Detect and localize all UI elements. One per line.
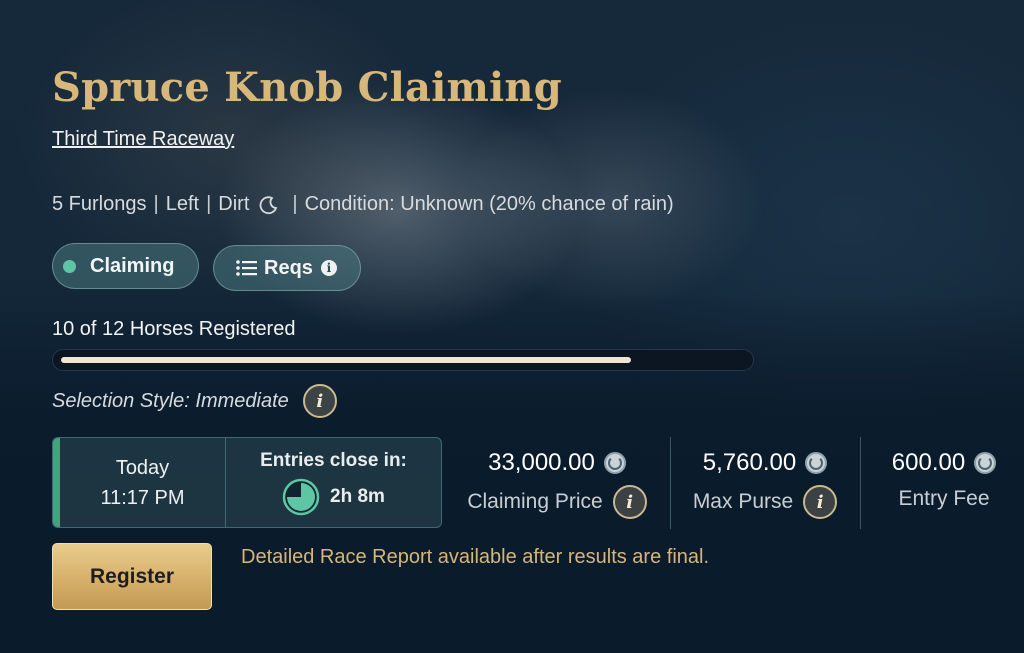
race-title: Spruce Knob Claiming — [52, 64, 562, 111]
max-purse-label: Max Purse — [692, 490, 794, 513]
max-purse-value: 5,760.00 — [702, 449, 797, 476]
entries-close: Entries close in: 2h 8m — [226, 438, 441, 527]
accent-bar — [53, 438, 60, 527]
status-dot — [63, 259, 76, 273]
surface-text: Dirt — [218, 193, 250, 215]
separator: | — [206, 193, 212, 215]
claiming-price-label: Claiming Price — [467, 490, 603, 513]
venue-link[interactable]: Third Time Raceway — [52, 128, 234, 151]
max-purse-info-icon[interactable]: i — [803, 485, 838, 519]
track-info: 5 Furlongs | Left | Dirt | Condition: Un… — [52, 193, 674, 216]
progress-fill — [61, 357, 631, 363]
entry-fee-label: Entry Fee — [898, 487, 990, 510]
race-header: Spruce Knob Claiming Third Time Raceway … — [0, 0, 1024, 653]
countdown: 2h 8m — [282, 478, 385, 516]
reqs-label: Reqs — [264, 256, 313, 279]
race-datetime: Today 11:17 PM — [60, 438, 226, 527]
claiming-price-info-icon[interactable]: i — [612, 485, 647, 519]
horseshoe-coin-icon — [805, 452, 828, 474]
stat-claiming-price: 33,000.00 Claiming Price i — [462, 449, 652, 519]
distance-text: 5 Furlongs — [52, 193, 147, 215]
horseshoe-coin-icon — [603, 452, 626, 474]
list-icon — [236, 260, 258, 276]
race-day: Today — [115, 456, 170, 479]
countdown-text: 2h 8m — [330, 485, 385, 507]
condition-text: Condition: Unknown (20% chance of rain) — [304, 193, 674, 215]
pie-clock-icon — [282, 478, 320, 516]
selection-style-text: Selection Style: Immediate — [52, 389, 289, 412]
registration-progress-bar — [52, 349, 754, 371]
register-button[interactable]: Register — [52, 543, 212, 610]
stat-entry-fee: 600.00 Entry Fee — [876, 449, 1012, 511]
claiming-tag[interactable]: Claiming — [52, 243, 199, 289]
separator: | — [153, 193, 159, 215]
race-time: 11:17 PM — [100, 486, 185, 509]
direction-text: Left — [165, 193, 200, 215]
separator: | — [292, 193, 298, 215]
entry-fee-value: 600.00 — [891, 449, 966, 476]
horseshoe-coin-icon — [974, 452, 997, 474]
race-report-note: Detailed Race Report available after res… — [241, 546, 710, 568]
race-time-box: Today 11:17 PM Entries close in: 2h 8m — [52, 437, 442, 528]
stat-max-purse: 5,760.00 Max Purse i — [685, 449, 845, 519]
selection-style: Selection Style: Immediate i — [52, 384, 337, 418]
reqs-button[interactable]: Reqs i — [213, 245, 361, 291]
claiming-tag-label: Claiming — [90, 254, 175, 277]
divider — [670, 437, 671, 529]
divider — [860, 437, 861, 529]
registration-count: 10 of 12 Horses Registered — [52, 318, 296, 340]
info-icon: i — [320, 260, 337, 276]
entries-close-label: Entries close in: — [260, 449, 407, 471]
selection-info-icon[interactable]: i — [302, 384, 337, 418]
moon-icon — [259, 195, 279, 215]
claiming-price-value: 33,000.00 — [488, 449, 595, 476]
